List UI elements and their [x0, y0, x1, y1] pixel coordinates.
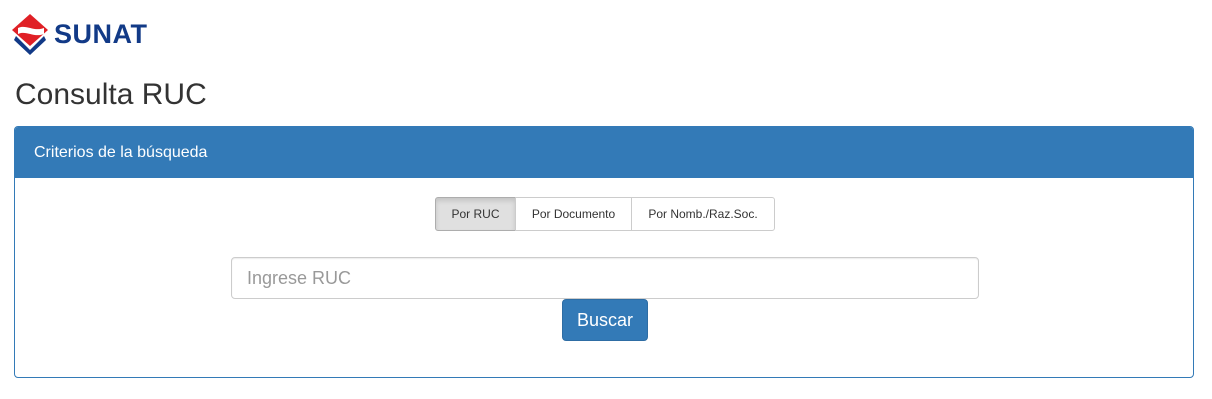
search-button[interactable]: Buscar	[562, 299, 648, 341]
ruc-input[interactable]	[231, 257, 979, 299]
panel-body: Por RUC Por Documento Por Nomb./Raz.Soc.…	[15, 178, 1193, 377]
sunat-logo: SUNAT	[12, 12, 148, 56]
logo-text: SUNAT	[54, 18, 148, 49]
sunat-emblem-icon	[12, 14, 48, 55]
search-by-document-button[interactable]: Por Documento	[515, 197, 632, 231]
search-by-ruc-button[interactable]: Por RUC	[435, 197, 516, 231]
panel-heading: Criterios de la búsqueda	[15, 127, 1193, 178]
search-type-toggle: Por RUC Por Documento Por Nomb./Raz.Soc.	[435, 197, 775, 231]
page-title: Consulta RUC	[15, 78, 207, 111]
search-by-name-button[interactable]: Por Nomb./Raz.Soc.	[631, 197, 775, 231]
search-criteria-panel: Criterios de la búsqueda Por RUC Por Doc…	[14, 126, 1194, 378]
